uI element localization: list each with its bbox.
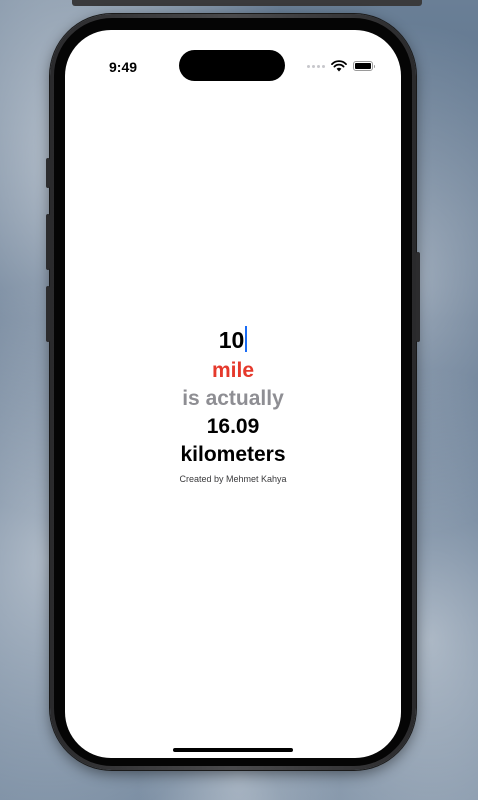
wifi-icon xyxy=(331,60,347,72)
phone-frame: 9:49 10 mile is actually 16.09 kilometer… xyxy=(50,14,416,770)
from-unit-label[interactable]: mile xyxy=(65,357,401,385)
value-input[interactable]: 10 xyxy=(219,326,245,354)
result-value: 16.09 xyxy=(206,415,260,438)
to-unit-label[interactable]: kilometers xyxy=(65,441,401,469)
dynamic-island xyxy=(179,50,285,81)
volume-up-button xyxy=(46,214,50,270)
home-indicator[interactable] xyxy=(173,748,293,752)
status-time: 9:49 xyxy=(109,59,138,75)
cellular-signal-icon xyxy=(307,64,325,68)
action-button xyxy=(46,158,50,188)
credit-text: Created by Mehmet Kahya xyxy=(179,474,287,484)
conversion-panel: 10 mile is actually 16.09 kilometers Cre… xyxy=(65,326,401,484)
connector-text: is actually xyxy=(182,387,284,410)
app-screen: 9:49 10 mile is actually 16.09 kilometer… xyxy=(65,30,401,758)
volume-down-button xyxy=(46,286,50,342)
status-icons xyxy=(307,60,375,72)
text-caret xyxy=(245,326,248,352)
battery-icon xyxy=(353,61,375,71)
background-window-edge xyxy=(72,0,422,6)
phone-bezel: 9:49 10 mile is actually 16.09 kilometer… xyxy=(54,18,412,766)
input-row: 10 xyxy=(65,326,401,354)
power-button xyxy=(416,252,420,342)
